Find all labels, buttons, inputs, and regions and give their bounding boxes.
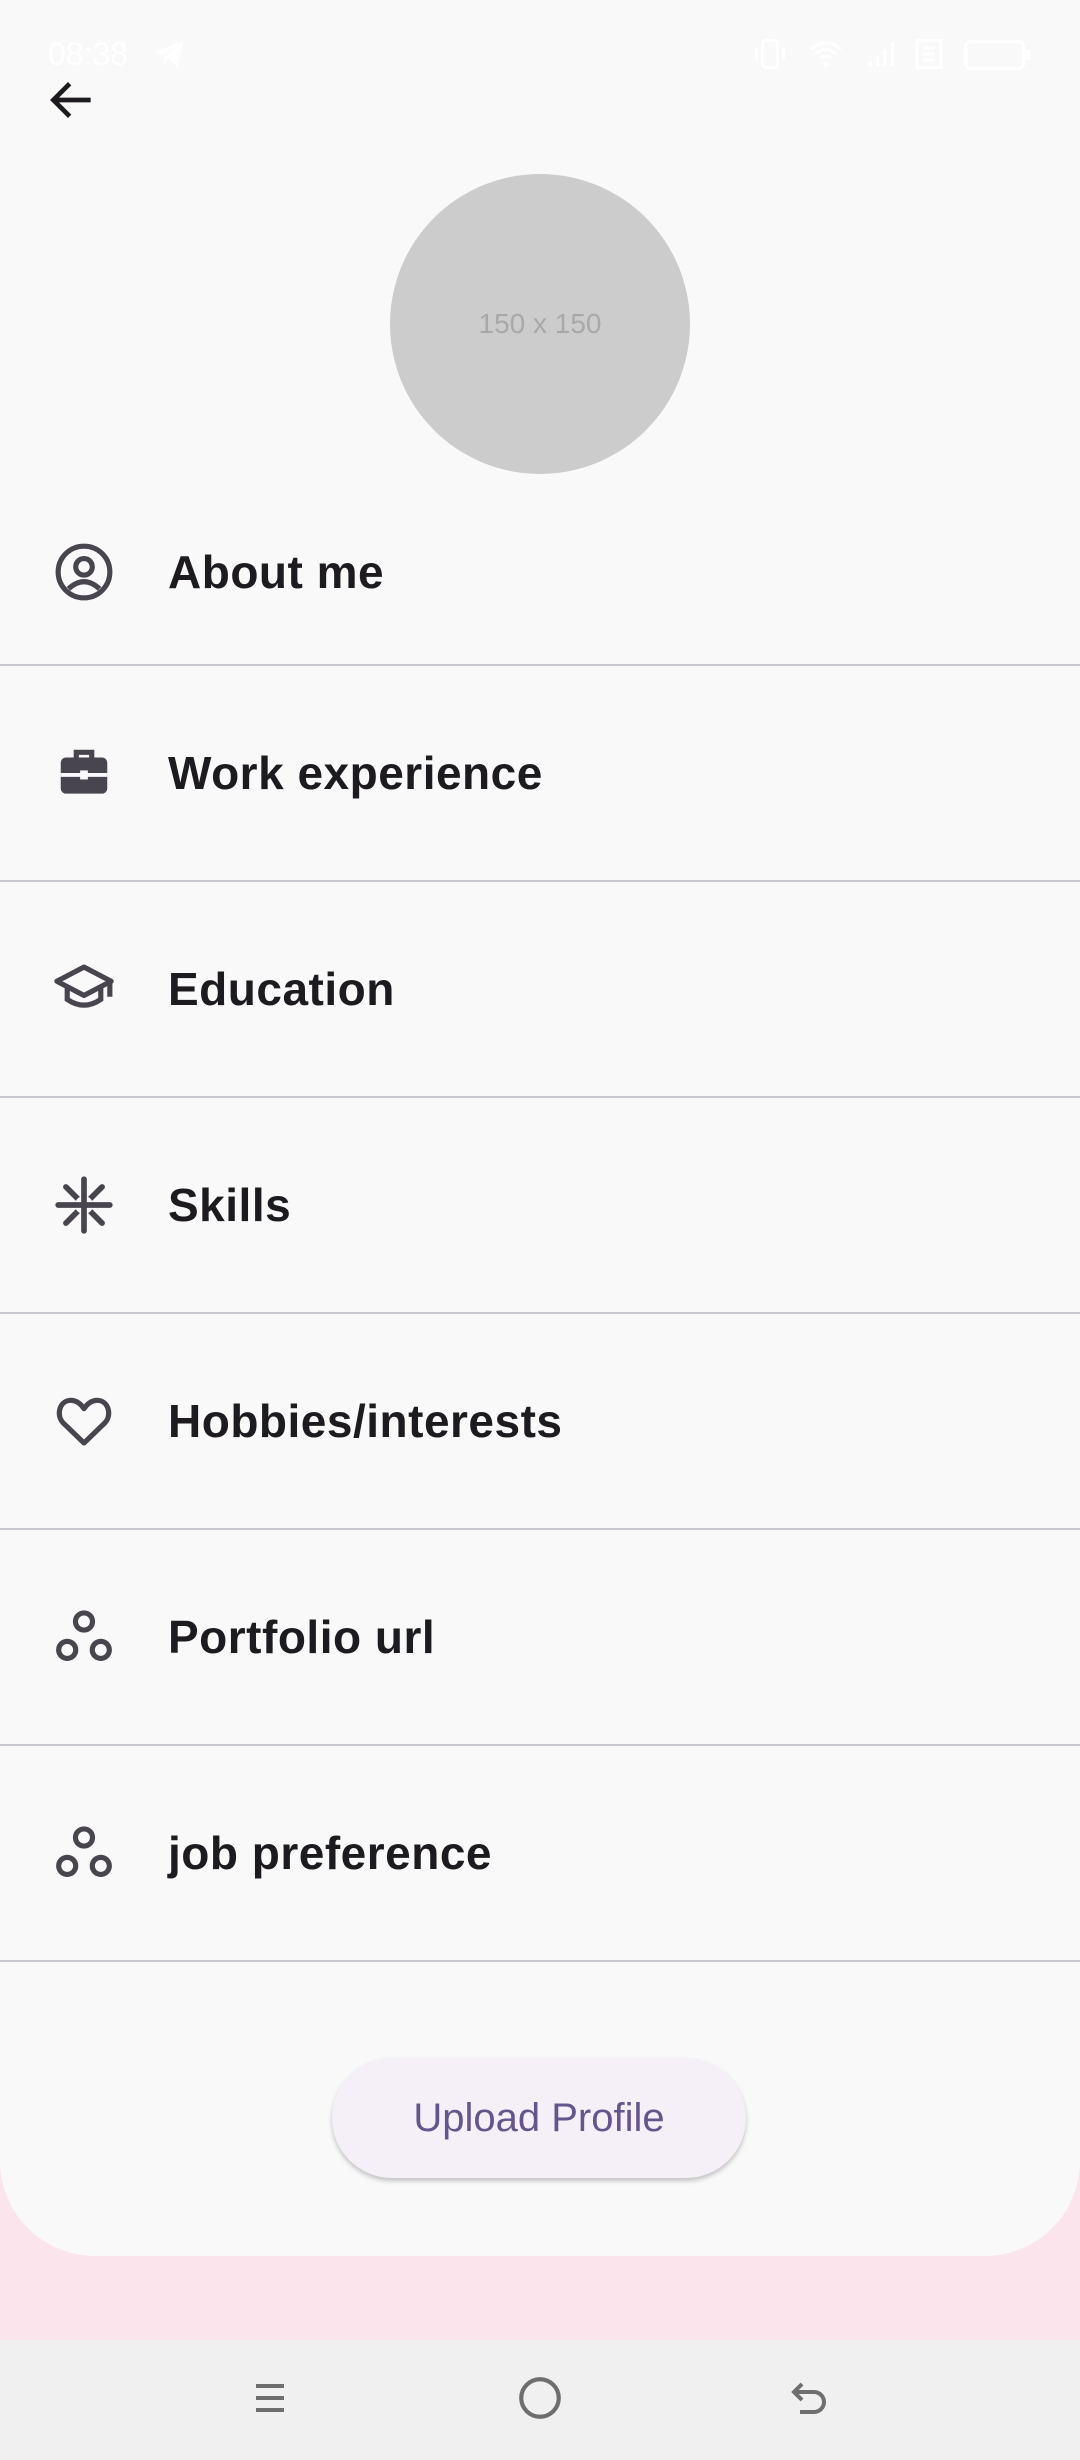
heart-icon	[52, 1389, 116, 1453]
vibrate-icon	[752, 36, 788, 77]
asterisk-icon	[52, 1173, 116, 1237]
data-icon	[914, 36, 944, 77]
briefcase-icon	[52, 741, 116, 805]
battery-icon	[964, 38, 1032, 77]
menu-item-label: job preference	[168, 1827, 492, 1879]
menu-item-work-experience[interactable]: Work experience	[0, 666, 1080, 882]
arrow-left-icon	[44, 72, 100, 133]
menu-item-job-preference[interactable]: job preference	[0, 1746, 1080, 1962]
system-back-button[interactable]	[780, 2370, 840, 2430]
upload-profile-button[interactable]: Upload Profile	[332, 2058, 746, 2178]
system-nav-bar	[0, 2340, 1080, 2460]
menu-item-label: Skills	[168, 1179, 292, 1231]
recent-apps-button[interactable]	[240, 2370, 300, 2430]
wifi-icon	[806, 36, 846, 77]
menu-item-label: Work experience	[168, 747, 543, 799]
signal-icon	[864, 36, 900, 77]
menu-item-label: Portfolio url	[168, 1611, 436, 1663]
menu-item-hobbies-interests[interactable]: Hobbies/interests	[0, 1314, 1080, 1530]
menu-item-portfolio-url[interactable]: Portfolio url	[0, 1530, 1080, 1746]
telegram-icon	[152, 36, 188, 77]
menu-item-education[interactable]: Education	[0, 882, 1080, 1098]
graduation-cap-icon	[52, 957, 116, 1021]
home-button[interactable]	[510, 2370, 570, 2430]
workspaces-icon	[52, 1605, 116, 1669]
profile-menu-list: About me Work experience Education Skill…	[0, 480, 1080, 1962]
profile-card: 08:38 150 x 150 About me Work experience…	[0, 0, 1080, 2256]
menu-item-label: Education	[168, 963, 395, 1015]
upload-profile-label: Upload Profile	[413, 2095, 665, 2140]
status-bar: 08:38	[0, 0, 1080, 110]
back-icon	[786, 2374, 834, 2427]
avatar-placeholder-text: 150 x 150	[478, 308, 602, 339]
workspaces-icon	[52, 1821, 116, 1885]
home-icon	[515, 2373, 565, 2428]
menu-item-about-me[interactable]: About me	[0, 480, 1080, 666]
avatar[interactable]: 150 x 150	[390, 174, 690, 474]
menu-item-skills[interactable]: Skills	[0, 1098, 1080, 1314]
menu-item-label: Hobbies/interests	[168, 1395, 563, 1447]
account-circle-icon	[52, 540, 116, 604]
back-button[interactable]	[34, 64, 110, 140]
menu-item-label: About me	[168, 546, 385, 598]
menu-icon	[246, 2374, 294, 2427]
